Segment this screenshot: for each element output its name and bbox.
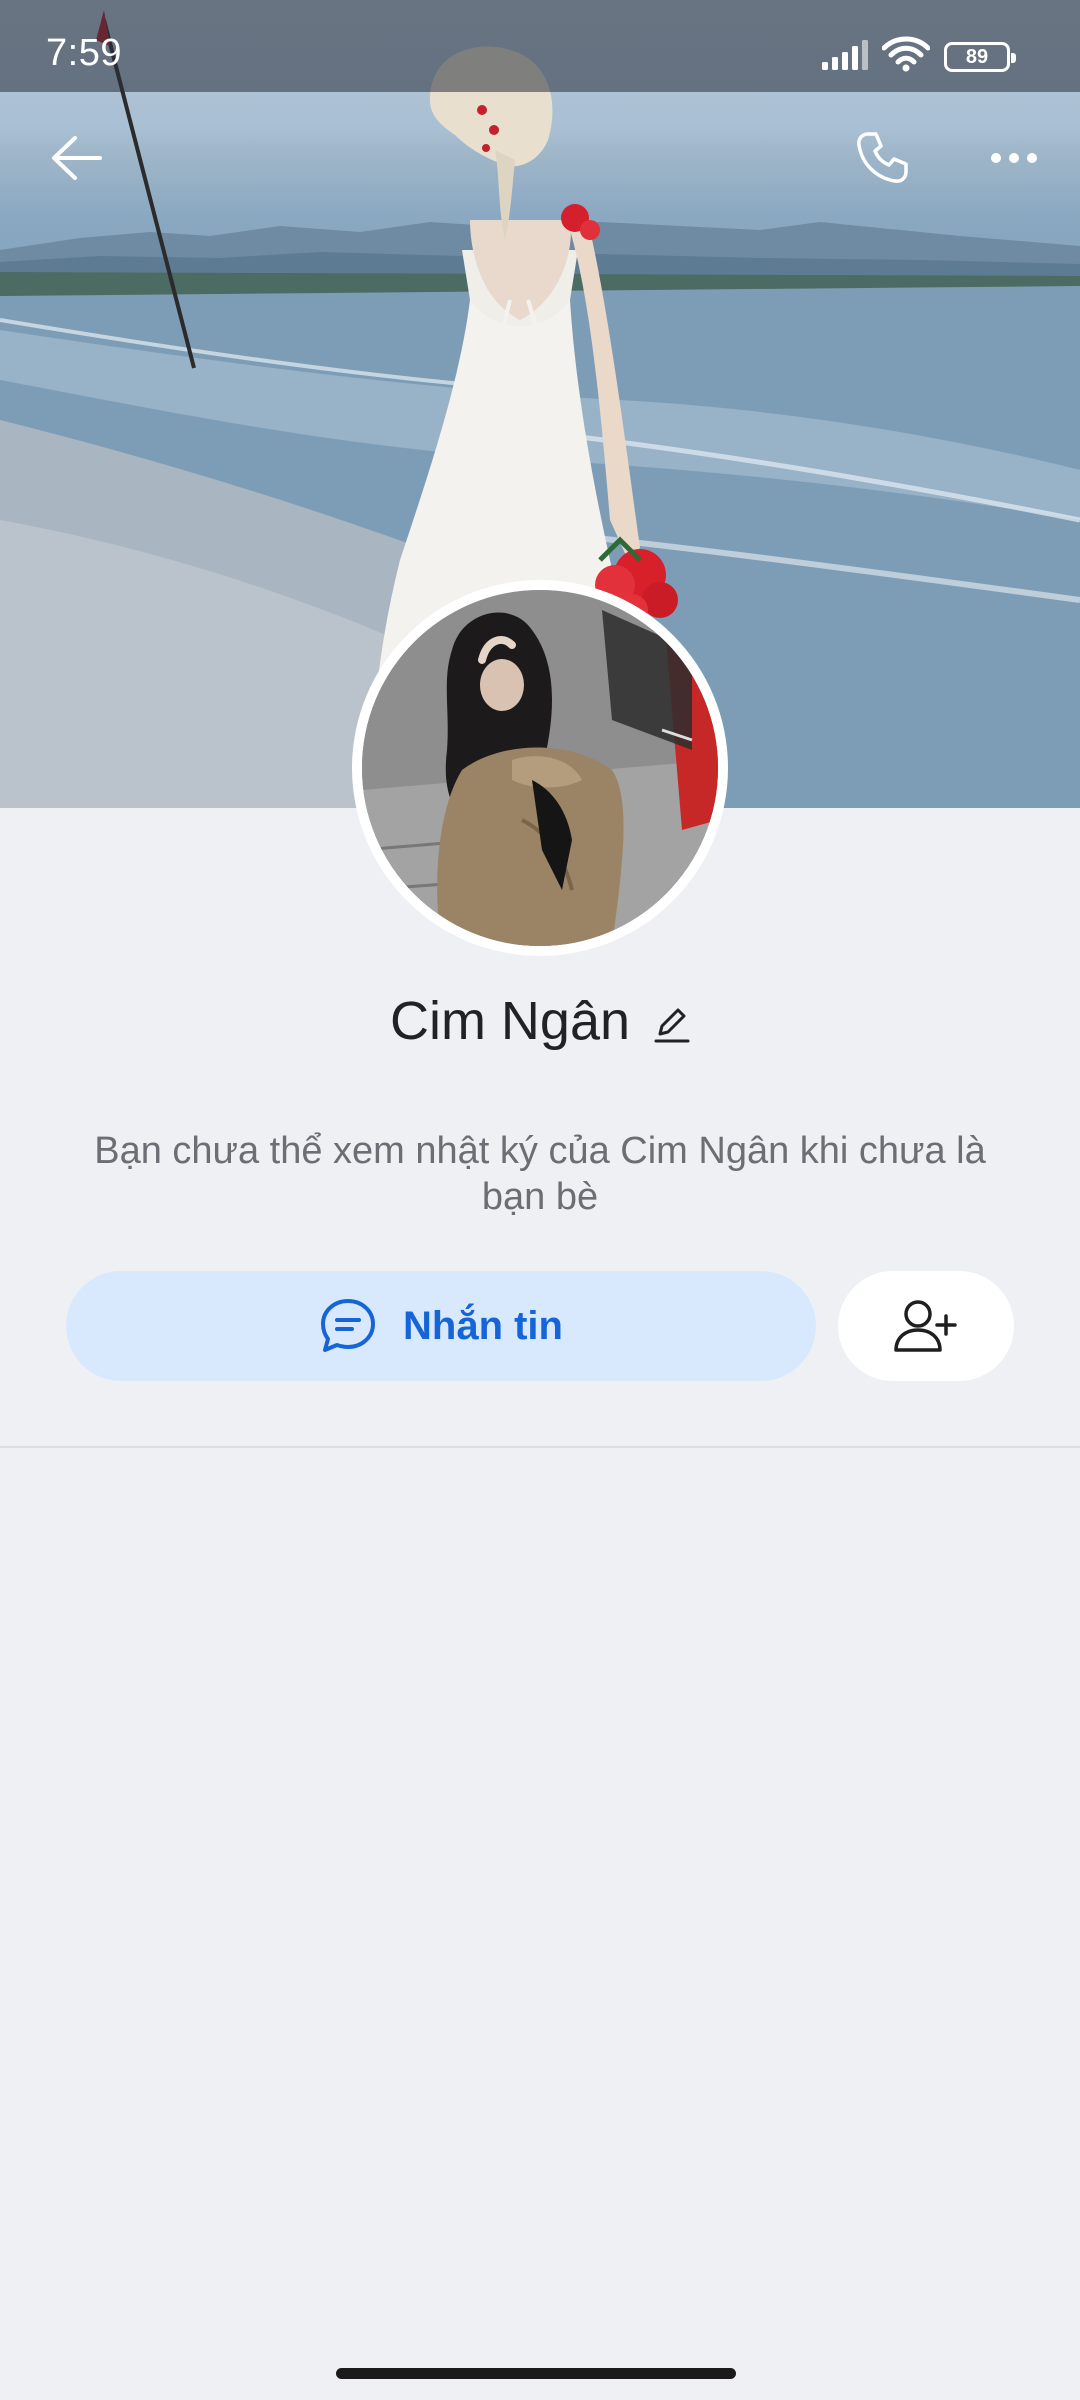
- message-button-label: Nhắn tin: [403, 1303, 563, 1348]
- avatar-photo: [362, 590, 718, 946]
- signal-icon: [822, 40, 868, 70]
- pencil-icon: [654, 1008, 690, 1043]
- call-button[interactable]: [846, 122, 918, 194]
- more-horizontal-icon: [991, 153, 1037, 163]
- add-user-icon: [894, 1300, 957, 1352]
- battery-indicator: 89: [944, 42, 1016, 72]
- chat-bubble-icon: [321, 1299, 375, 1352]
- status-bar: 7:59 89: [0, 0, 1080, 92]
- battery-level: 89: [965, 46, 989, 68]
- avatar[interactable]: [352, 580, 728, 956]
- section-divider: [0, 1446, 1080, 1448]
- friendship-notice: Bạn chưa thể xem nhật ký của Cim Ngân kh…: [94, 1130, 986, 1218]
- message-button[interactable]: Nhắn tin: [66, 1271, 816, 1381]
- arrow-left-icon: [52, 136, 102, 180]
- add-friend-button[interactable]: [838, 1271, 1014, 1381]
- profile-name: Cim Ngân: [389, 991, 631, 1051]
- profile-name-row: Cim Ngân: [0, 990, 1080, 1052]
- home-indicator[interactable]: [336, 2368, 736, 2379]
- back-button[interactable]: [40, 122, 112, 194]
- more-options-button[interactable]: [978, 122, 1050, 194]
- avatar-illustration: [362, 590, 718, 946]
- status-time: 7:59: [46, 32, 122, 74]
- edit-name-button[interactable]: [654, 1004, 690, 1044]
- phone-icon: [857, 132, 908, 183]
- wifi-icon: [882, 36, 930, 72]
